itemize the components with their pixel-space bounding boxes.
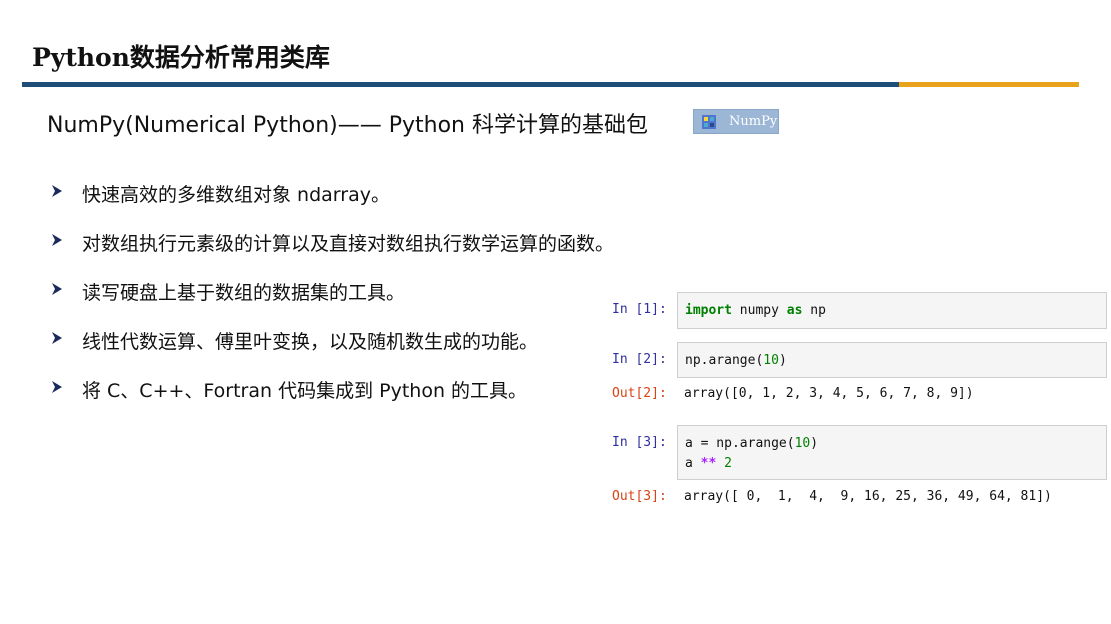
list-item-text: 读写硬盘上基于数组的数据集的工具。 (82, 282, 406, 304)
subtitle: NumPy(Numerical Python)—— Python 科学计算的基础… (47, 113, 648, 138)
notebook-snippet: In [1]: import numpy as np In [2]: np.ar… (612, 292, 1111, 532)
code-line: a = np.arange(10) (685, 436, 819, 451)
arrow-bullet-icon (52, 381, 62, 393)
numpy-badge: NumPy (693, 109, 779, 134)
code-line: np.arange(10) (685, 353, 787, 368)
list-item-text: 对数组执行元素级的计算以及直接对数组执行数学运算的函数。 (82, 233, 615, 255)
title-rule-primary (22, 82, 899, 87)
cell-output: array([0, 1, 2, 3, 4, 5, 6, 7, 8, 9]) (684, 386, 974, 401)
arrow-bullet-icon (52, 185, 62, 197)
in-prompt: In [2]: (612, 352, 667, 367)
out-prompt: Out[2]: (612, 386, 667, 401)
numpy-badge-label: NumPy (729, 114, 778, 129)
code-line: import numpy as np (685, 303, 826, 318)
code-cell: np.arange(10) (677, 342, 1107, 378)
list-item-text: 线性代数运算、傅里叶变换，以及随机数生成的功能。 (82, 331, 539, 353)
title-rule-accent (899, 82, 1079, 87)
code-cell: import numpy as np (677, 292, 1107, 329)
in-prompt: In [3]: (612, 435, 667, 450)
list-item-text: 快速高效的多维数组对象 ndarray。 (82, 184, 390, 206)
slide-title: Python数据分析常用类库 (32, 43, 330, 72)
cell-output: array([ 0, 1, 4, 9, 16, 25, 36, 49, 64, … (684, 489, 1052, 504)
code-cell: a = np.arange(10) a ** 2 (677, 425, 1107, 480)
arrow-bullet-icon (52, 332, 62, 344)
list-item-text: 将 C、C++、Fortran 代码集成到 Python 的工具。 (82, 380, 528, 402)
arrow-bullet-icon (52, 234, 62, 246)
out-prompt: Out[3]: (612, 489, 667, 504)
in-prompt: In [1]: (612, 302, 667, 317)
code-line: a ** 2 (685, 456, 732, 471)
arrow-bullet-icon (52, 283, 62, 295)
numpy-logo-icon (702, 114, 716, 129)
